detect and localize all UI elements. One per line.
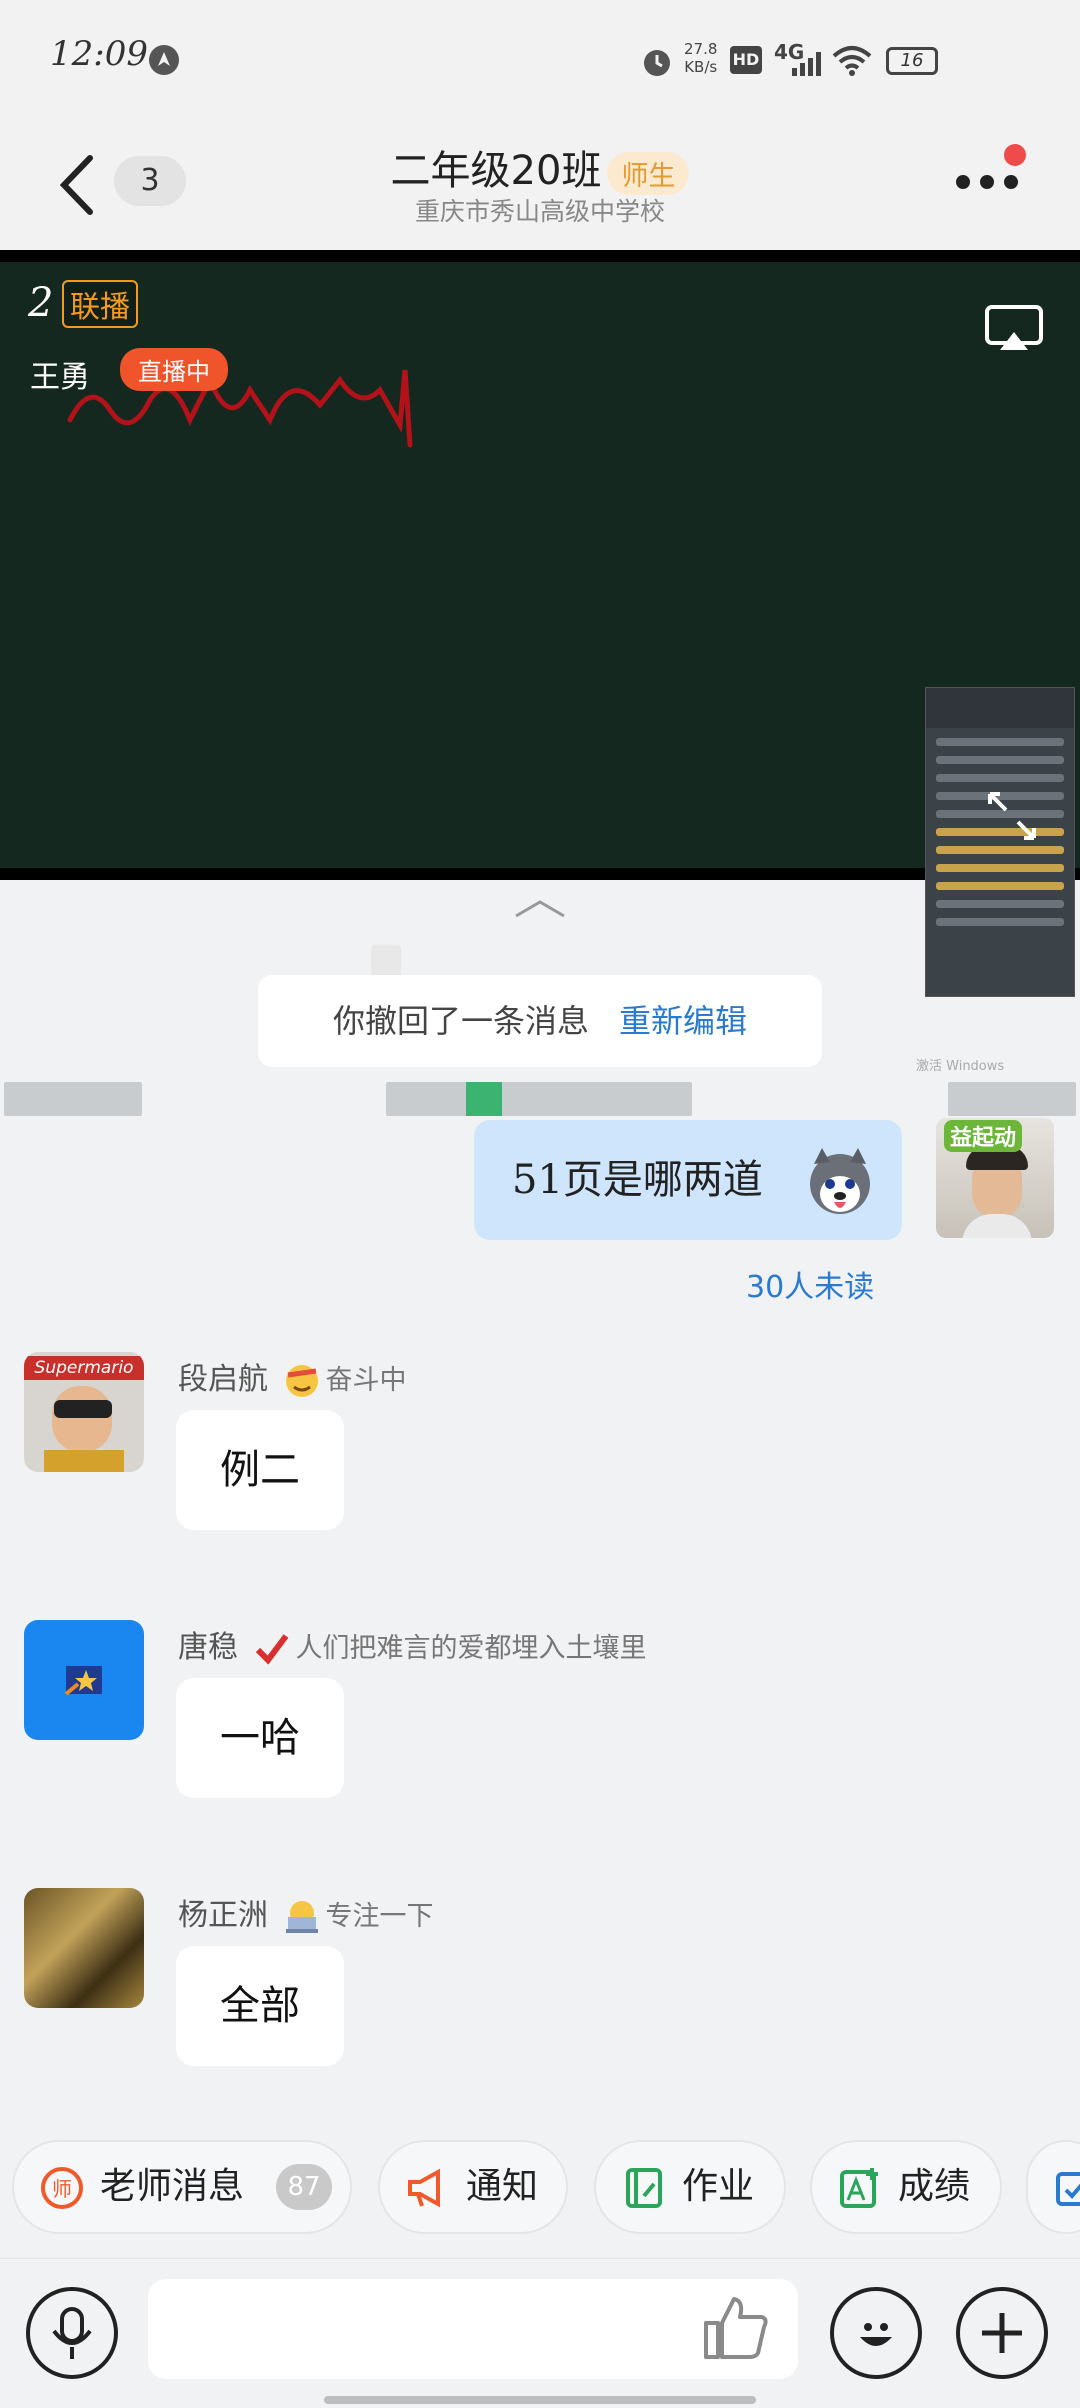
board-toolbar-right bbox=[948, 1082, 1076, 1116]
message-bubble[interactable]: 全部 bbox=[176, 1946, 344, 2066]
plus-icon bbox=[982, 2313, 1022, 2353]
teacher-messages-count: 87 bbox=[276, 2164, 332, 2210]
homework-icon bbox=[626, 2168, 662, 2208]
re-edit-link[interactable]: 重新编辑 bbox=[619, 1002, 747, 1040]
unread-status[interactable]: 30人未读 bbox=[746, 1262, 874, 1306]
voice-button[interactable] bbox=[26, 2287, 118, 2379]
microphone-icon bbox=[52, 2307, 92, 2359]
avatar[interactable] bbox=[24, 1620, 144, 1740]
my-message-text: 51页是哪两道 bbox=[512, 1157, 763, 1203]
input-bar bbox=[0, 2258, 1080, 2408]
teacher-messages-button[interactable]: 师 老师消息 87 bbox=[12, 2140, 352, 2234]
school-name: 重庆市秀山高级中学校 bbox=[414, 197, 665, 226]
board-toolbar-left bbox=[4, 1082, 142, 1116]
status-bar: 12:09 27.8 KB/s HD 4G 16 bbox=[0, 0, 1080, 120]
laptop-emoji-icon bbox=[285, 1900, 318, 1933]
my-avatar[interactable]: 益起动 bbox=[936, 1118, 1054, 1238]
net-speed: 27.8 KB/s bbox=[684, 40, 718, 76]
more-options-icon[interactable] bbox=[956, 174, 1028, 193]
sender-signature: 奋斗中 bbox=[325, 1365, 407, 1396]
svg-text:师: 师 bbox=[52, 2177, 72, 2201]
chevron-up-icon[interactable] bbox=[510, 894, 570, 924]
alarm-icon bbox=[644, 50, 670, 76]
megaphone-icon bbox=[408, 2168, 440, 2208]
recall-notice: 你撤回了一条消息 重新编辑 bbox=[258, 975, 822, 1067]
teacher-messages-label: 老师消息 bbox=[100, 2166, 245, 2207]
location-icon bbox=[149, 45, 179, 75]
shooting-star-icon bbox=[64, 1666, 102, 1696]
teacher-name: 王勇 bbox=[30, 360, 90, 395]
stream-tag: 联播 bbox=[62, 280, 138, 328]
live-stream-panel[interactable]: 激活 Windows 2 联播 王勇 直播中 bbox=[0, 250, 1080, 1116]
sender-name: 唐稳 bbox=[178, 1630, 238, 1665]
fullscreen-icon[interactable] bbox=[986, 790, 1038, 842]
screen-cast-icon[interactable] bbox=[984, 304, 1044, 354]
emoji-button[interactable] bbox=[830, 2287, 922, 2379]
chat-header: 3 二年级20班 师生 重庆市秀山高级中学校 bbox=[0, 120, 1080, 250]
group-name: 二年级20班 bbox=[390, 148, 602, 194]
avatar-frame-badge: 益起动 bbox=[944, 1120, 1023, 1152]
home-indicator[interactable] bbox=[324, 2396, 756, 2404]
notice-button[interactable]: 通知 bbox=[378, 2140, 568, 2234]
teacher-icon: 师 bbox=[41, 2167, 83, 2209]
grades-button[interactable]: 成绩 bbox=[810, 2140, 1002, 2234]
windows-activation-notice: 激活 Windows bbox=[916, 1059, 1005, 1074]
live-status-badge: 直播中 bbox=[120, 348, 228, 391]
quick-action-bar: 师 老师消息 87 通知 作业 成绩 bbox=[0, 2128, 1080, 2248]
checkmark-icon bbox=[255, 1633, 288, 1665]
grades-label: 成绩 bbox=[898, 2166, 971, 2207]
calendar-icon bbox=[1056, 2172, 1080, 2206]
live-chat-panel bbox=[925, 687, 1075, 997]
sender-signature: 专注一下 bbox=[325, 1901, 434, 1932]
emoji-status-icon bbox=[285, 1364, 318, 1397]
handwriting-scribble bbox=[67, 369, 413, 448]
group-tag: 师生 bbox=[607, 151, 690, 195]
grades-icon bbox=[840, 2168, 878, 2208]
hd-icon: HD bbox=[730, 46, 762, 74]
board-toolbar-center bbox=[386, 1082, 692, 1116]
page-title: 二年级20班 师生 bbox=[0, 138, 1080, 196]
sender-signature: 人们把难言的爱都埋入土壤里 bbox=[295, 1633, 647, 1664]
wifi-icon bbox=[832, 46, 872, 76]
calendar-button[interactable] bbox=[1026, 2140, 1080, 2234]
smiley-icon bbox=[860, 2323, 892, 2346]
sender-name: 段启航 bbox=[178, 1362, 268, 1397]
my-message-bubble[interactable]: 51页是哪两道 bbox=[474, 1120, 902, 1240]
add-button[interactable] bbox=[956, 2287, 1048, 2379]
status-time: 12:09 bbox=[50, 34, 148, 74]
sender-name: 杨正洲 bbox=[178, 1898, 268, 1933]
message-input[interactable] bbox=[148, 2279, 798, 2379]
avatar[interactable] bbox=[24, 1888, 144, 2008]
homework-label: 作业 bbox=[682, 2166, 755, 2207]
avatar[interactable]: Supermario bbox=[24, 1352, 144, 1472]
signal-icon bbox=[792, 52, 821, 76]
thumbs-up-icon[interactable] bbox=[700, 2293, 770, 2363]
homework-button[interactable]: 作业 bbox=[594, 2140, 786, 2234]
notice-label: 通知 bbox=[466, 2166, 539, 2207]
recall-text: 你撤回了一条消息 bbox=[332, 1002, 589, 1040]
battery-icon: 16 bbox=[886, 47, 938, 75]
stream-number: 2 bbox=[28, 280, 54, 326]
notification-dot bbox=[1004, 144, 1026, 166]
message-bubble[interactable]: 一哈 bbox=[176, 1678, 344, 1798]
message-bubble[interactable]: 例二 bbox=[176, 1410, 344, 1530]
husky-emoji-icon bbox=[810, 1148, 870, 1214]
